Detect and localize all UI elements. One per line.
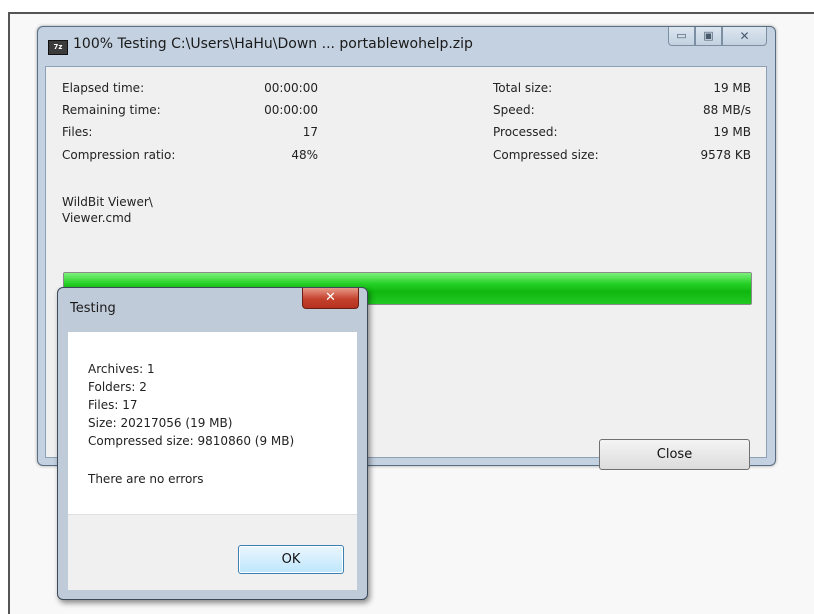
compressed-size-label: Compressed size: <box>493 148 599 162</box>
dialog-title: Testing <box>70 301 116 316</box>
compression-ratio-value: 48% <box>291 148 318 162</box>
size-info: Size: 20217056 (19 MB) <box>88 416 233 430</box>
title-bar[interactable]: 7z 100% Testing C:\Users\HaHu\Down ... p… <box>38 27 775 63</box>
remaining-time-label: Remaining time: <box>62 103 161 117</box>
total-size-label: Total size: <box>493 81 553 95</box>
maximize-button[interactable]: ▣ <box>695 27 722 46</box>
compression-ratio-label: Compression ratio: <box>62 148 176 162</box>
current-folder: WildBit Viewer\ <box>62 195 153 209</box>
files-value: 17 <box>302 125 318 139</box>
current-file: Viewer.cmd <box>62 211 132 225</box>
compressed-size-value: 9578 KB <box>700 148 751 162</box>
files-label: Files: <box>62 125 93 139</box>
processed-value: 19 MB <box>713 125 751 139</box>
close-window-button[interactable]: ✕ <box>722 27 767 46</box>
ok-button[interactable]: OK <box>238 545 344 574</box>
dialog-footer: OK <box>68 514 357 590</box>
processed-label: Processed: <box>493 125 558 139</box>
speed-label: Speed: <box>493 103 535 117</box>
minimize-button[interactable]: ▭ <box>668 27 695 46</box>
close-button[interactable]: Close <box>599 439 750 470</box>
elapsed-time-value: 00:00:00 <box>264 81 318 95</box>
remaining-time-value: 00:00:00 <box>264 103 318 117</box>
total-size-value: 19 MB <box>713 81 751 95</box>
result-message: There are no errors <box>88 472 204 486</box>
files-count: Files: 17 <box>88 398 138 412</box>
testing-dialog: Testing ✕ Archives: 1 Folders: 2 Files: … <box>57 287 368 600</box>
app-icon: 7z <box>48 40 68 55</box>
dialog-body: Archives: 1 Folders: 2 Files: 17 Size: 2… <box>68 332 357 514</box>
elapsed-time-label: Elapsed time: <box>62 81 145 95</box>
caption-buttons: ▭ ▣ ✕ <box>668 27 767 47</box>
compressed-size-info: Compressed size: 9810860 (9 MB) <box>88 434 295 448</box>
archives-count: Archives: 1 <box>88 362 155 376</box>
folders-count: Folders: 2 <box>88 380 147 394</box>
window-title: 100% Testing C:\Users\HaHu\Down ... port… <box>73 36 473 52</box>
dialog-close-button[interactable]: ✕ <box>302 288 359 309</box>
speed-value: 88 MB/s <box>703 103 751 117</box>
